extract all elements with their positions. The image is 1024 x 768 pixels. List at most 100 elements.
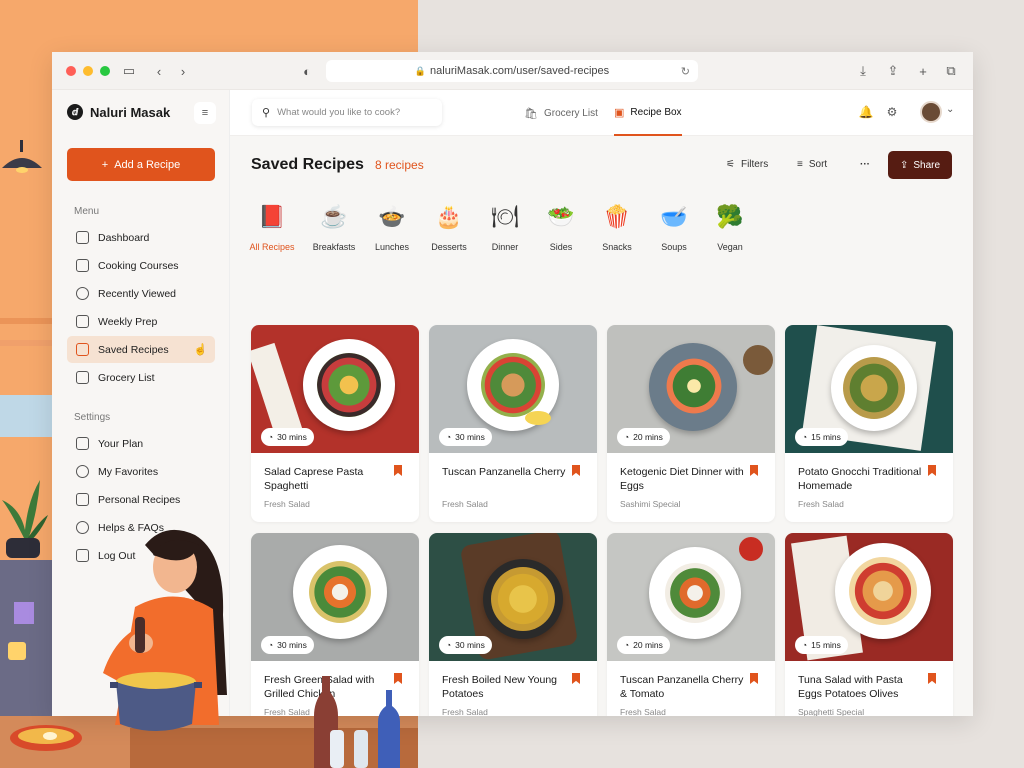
dinner-icon: 🍽 [491, 204, 519, 229]
new-tab-icon[interactable]: + [914, 62, 932, 80]
address-bar[interactable]: 🔒 naluriMasak.com/user/saved-recipes ↻ [326, 60, 698, 82]
user-avatar[interactable] [920, 101, 942, 123]
dashboard-icon [76, 231, 89, 244]
filters-button[interactable]: ⚟ Filters [726, 159, 768, 170]
shield-icon[interactable]: ◐ [298, 62, 316, 80]
recipe-title: Salad Caprese Pasta Spaghetti [264, 466, 364, 492]
bookmark-icon[interactable] [750, 673, 758, 684]
recipe-card[interactable]: ◔ 15 mins Tuna Salad with Pasta Eggs Pota… [785, 533, 953, 716]
back-icon[interactable]: ‹ [150, 62, 168, 80]
sort-icon: ≡ [797, 159, 803, 170]
category-breakfasts[interactable]: ☕ Breakfasts [309, 200, 359, 252]
close-window-button[interactable] [66, 66, 76, 76]
share-page-icon[interactable]: ⇪ [884, 62, 902, 80]
pot-icon: ◔ [446, 432, 452, 442]
download-icon[interactable]: ⤓ [854, 62, 872, 80]
cook-time-badge: ◔ 30 mins [261, 636, 314, 654]
settings-gear-icon[interactable]: ⚙ [882, 102, 902, 122]
add-recipe-button[interactable]: + Add a Recipe [67, 148, 215, 181]
app-name: Naluri Masak [90, 104, 171, 120]
snacks-icon: 🍿 [603, 204, 631, 229]
recipe-card[interactable]: ◔ 30 mins Fresh Boiled New Young Potatoes… [429, 533, 597, 716]
maximize-window-button[interactable] [100, 66, 110, 76]
pan-illustration [10, 725, 82, 751]
recipe-title: Potato Gnocchi Traditional Homemade [798, 466, 922, 492]
sort-button[interactable]: ≡ Sort [797, 159, 827, 170]
category-soups[interactable]: 🥣 Soups [649, 200, 699, 252]
bookmark-icon[interactable] [750, 465, 758, 476]
window-controls [66, 66, 110, 76]
url-text: naluriMasak.com/user/saved-recipes [430, 65, 610, 77]
category-vegan[interactable]: 🥦 Vegan [705, 200, 755, 252]
app-logo[interactable]: ⅆ Naluri Masak [67, 104, 170, 120]
minimize-window-button[interactable] [83, 66, 93, 76]
more-options-icon[interactable]: ··· [860, 159, 870, 170]
sidebar-item-dashboard[interactable]: Dashboard [67, 224, 215, 251]
sidebar-item-my-favorites[interactable]: My Favorites [67, 458, 215, 485]
category-all-recipes[interactable]: 📕 All Recipes [247, 200, 297, 252]
main-content: Saved Recipes 8 recipes ⚟ Filters ≡ Sort… [230, 136, 973, 716]
recipe-card[interactable]: ◔ 30 mins Tuscan Panzanella Cherry Fresh … [429, 325, 597, 522]
recipe-title: Fresh Boiled New Young Potatoes [442, 674, 557, 700]
category-sides[interactable]: 🥗 Sides [536, 200, 586, 252]
forward-icon[interactable]: › [174, 62, 192, 80]
category-lunches[interactable]: 🍲 Lunches [367, 200, 417, 252]
chevron-down-icon[interactable]: ⌄ [946, 104, 954, 115]
cursor-icon: ☝ [193, 344, 208, 356]
bottles-illustration [314, 676, 400, 768]
sidebar-item-grocery-list[interactable]: Grocery List [67, 364, 215, 391]
category-dinner[interactable]: 🍽 Dinner [480, 200, 530, 252]
window-illustration [0, 395, 52, 437]
recipe-subtitle: Fresh Salad [442, 707, 488, 716]
bookmark-icon[interactable] [572, 465, 580, 476]
sidebar-item-your-plan[interactable]: Your Plan [67, 430, 215, 457]
pot-icon: ◔ [268, 640, 274, 650]
bookmark-icon[interactable] [394, 465, 402, 476]
history-icon [76, 287, 89, 300]
recipe-card[interactable]: ◔ 15 mins Potato Gnocchi Traditional Home… [785, 325, 953, 522]
bookmark-icon[interactable] [928, 673, 936, 684]
tab-recipe-box[interactable]: ▣ Recipe Box [614, 90, 682, 136]
logo-icon: ⅆ [67, 104, 83, 120]
pot-icon: ◔ [802, 432, 808, 442]
cook-time-badge: ◔ 20 mins [617, 428, 670, 446]
share-button[interactable]: ⇪ Share [888, 151, 952, 179]
sidebar-item-saved-recipes[interactable]: Saved Recipes ☝ [67, 336, 215, 363]
cook-time-badge: ◔ 30 mins [261, 428, 314, 446]
notification-bell-icon[interactable]: 🔔 [856, 102, 876, 122]
cook-time-badge: ◔ 15 mins [795, 636, 848, 654]
sidebar-item-personal-recipes[interactable]: Personal Recipes [67, 486, 215, 513]
collapse-sidebar-button[interactable]: ≡ [194, 102, 216, 124]
cook-time-badge: ◔ 15 mins [795, 428, 848, 446]
recipe-title: Tuscan Panzanella Cherry [442, 466, 566, 478]
recipe-subtitle: Fresh Salad [264, 707, 310, 716]
cook-time-badge: ◔ 30 mins [439, 636, 492, 654]
vegan-icon: 🥦 [716, 204, 744, 229]
sides-icon: 🥗 [547, 204, 575, 229]
recipe-box-icon: ▣ [614, 106, 625, 119]
lunch-icon: 🍲 [378, 204, 406, 229]
lock-icon: 🔒 [414, 65, 427, 76]
recipe-card[interactable]: ◔ 20 mins Tuscan Panzanella Cherry & Toma… [607, 533, 775, 716]
sidebar-item-weekly-prep[interactable]: Weekly Prep [67, 308, 215, 335]
menu-section-label: Menu [74, 206, 100, 217]
recipe-title: Ketogenic Diet Dinner with Eggs [620, 466, 744, 492]
recipe-subtitle: Fresh Salad [442, 499, 488, 509]
pot-illustration [110, 672, 202, 731]
reload-icon[interactable]: ↻ [681, 65, 690, 78]
category-desserts[interactable]: 🎂 Desserts [424, 200, 474, 252]
bookmark-icon [76, 343, 89, 356]
search-input[interactable]: ⚲ What would you like to cook? [252, 99, 442, 126]
sidebar-item-cooking-courses[interactable]: Cooking Courses [67, 252, 215, 279]
category-snacks[interactable]: 🍿 Snacks [592, 200, 642, 252]
cook-time-badge: ◔ 20 mins [617, 636, 670, 654]
sidebar-item-recently-viewed[interactable]: Recently Viewed [67, 280, 215, 307]
sidebar-toggle-icon[interactable]: ▭ [120, 62, 138, 80]
recipe-card[interactable]: ◔ 30 mins Salad Caprese Pasta Spaghetti F… [251, 325, 419, 522]
tabs-overview-icon[interactable]: ⧉ [942, 62, 960, 80]
tab-grocery-list[interactable]: 🛍 Grocery List [524, 90, 598, 136]
bookmark-icon[interactable] [928, 465, 936, 476]
recipe-subtitle: Sashimi Special [620, 499, 681, 509]
recipe-card[interactable]: ◔ 20 mins Ketogenic Diet Dinner with Eggs… [607, 325, 775, 522]
bookmark-icon[interactable] [572, 673, 580, 684]
